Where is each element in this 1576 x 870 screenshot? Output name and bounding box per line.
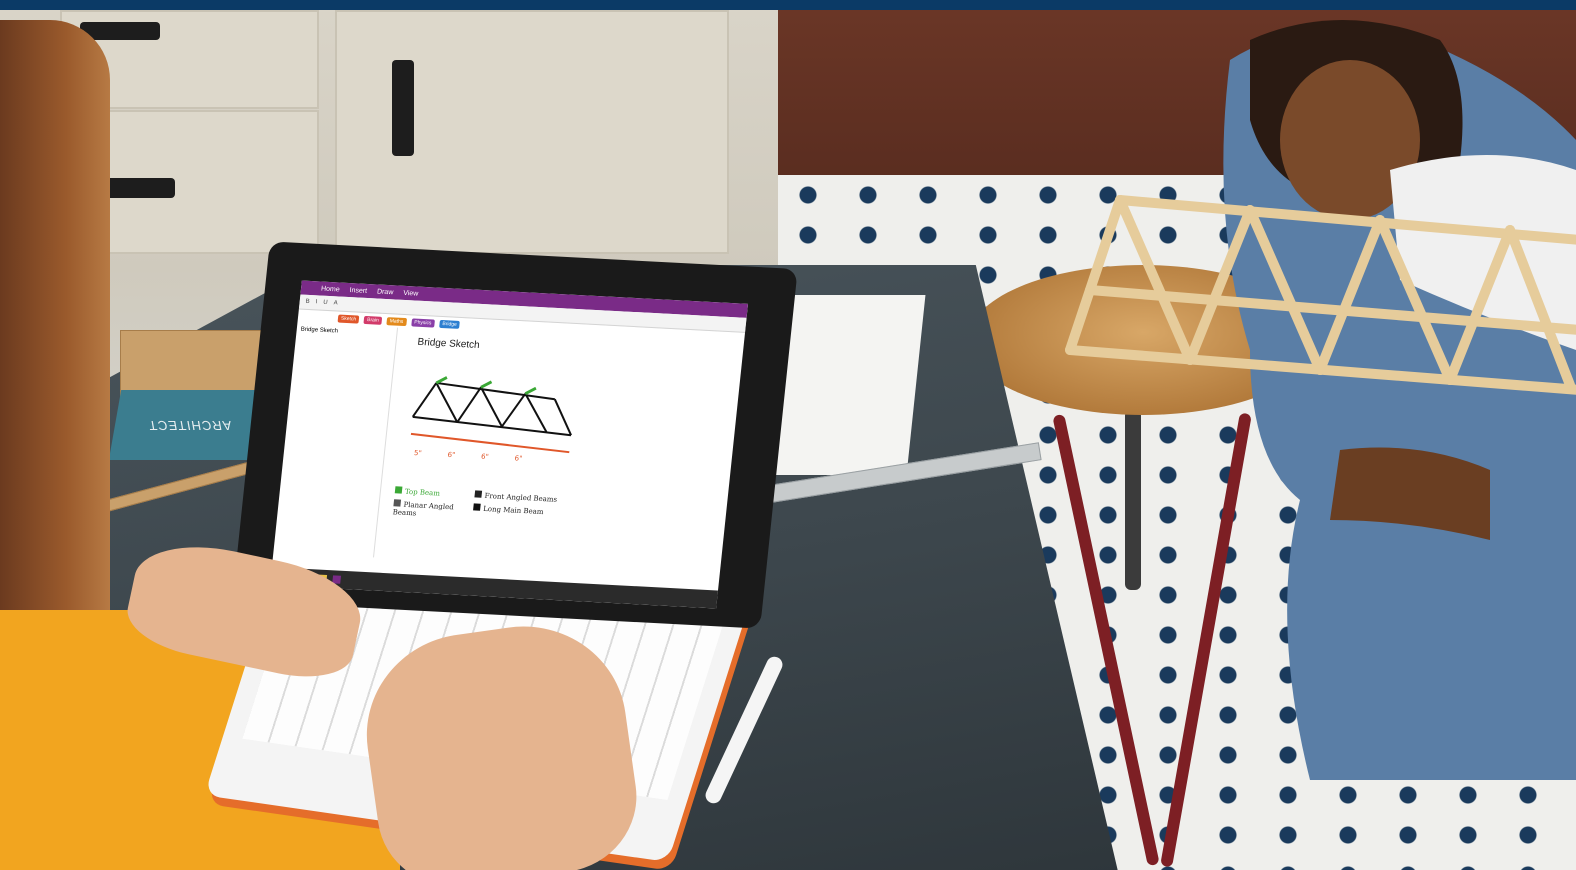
legend-label: Front Angled Beams	[484, 491, 558, 504]
italic-icon: I	[315, 299, 318, 306]
app-tab-draw: Draw	[376, 287, 394, 296]
dimension-label: 6"	[514, 454, 523, 463]
tablet-screen: Home Insert Draw View B I U A Sketch Bra…	[269, 280, 749, 609]
section-tab: Bridge	[438, 319, 461, 329]
balsa-bridge-model	[1065, 195, 1576, 395]
bold-icon: B	[305, 298, 310, 305]
app-tab-view: View	[402, 289, 419, 298]
legend-item: Top Beam	[394, 486, 476, 499]
stool-leg	[1125, 410, 1141, 590]
section-tab: Physics	[410, 318, 435, 328]
section-tab: Sketch	[337, 314, 360, 324]
dimension-label: 5"	[413, 449, 423, 458]
door-handle	[392, 60, 414, 156]
underline-icon: U	[322, 299, 328, 306]
sketch-legend: Top Beam Front Angled Beams Planar Angle…	[392, 486, 564, 525]
dimension-label: 6"	[447, 450, 456, 460]
student-left-hair	[0, 20, 110, 640]
legend-label: Planar Angled Beams	[392, 500, 455, 518]
page-title: Bridge Sketch	[416, 336, 481, 352]
legend-label: Top Beam	[404, 487, 441, 498]
classroom-photo: Home Insert Draw View B I U A Sketch Bra…	[0, 10, 1576, 870]
legend-item: Planar Angled Beams	[392, 499, 473, 520]
legend-item: Long Main Beam	[472, 503, 563, 525]
legend-label: Long Main Beam	[482, 504, 544, 517]
section-tab: Maths	[386, 317, 407, 327]
font-color-icon: A	[333, 300, 338, 307]
dimension-label: 6"	[480, 452, 490, 461]
app-tab-insert: Insert	[349, 286, 368, 295]
photo-stage: Home Insert Draw View B I U A Sketch Bra…	[0, 0, 1576, 870]
section-tab: Brain	[363, 315, 383, 325]
legend-item: Front Angled Beams	[474, 490, 565, 504]
book-spine-text: ARCHITECT	[146, 418, 233, 433]
app-tab-home: Home	[320, 285, 341, 293]
top-bar	[0, 0, 1576, 10]
